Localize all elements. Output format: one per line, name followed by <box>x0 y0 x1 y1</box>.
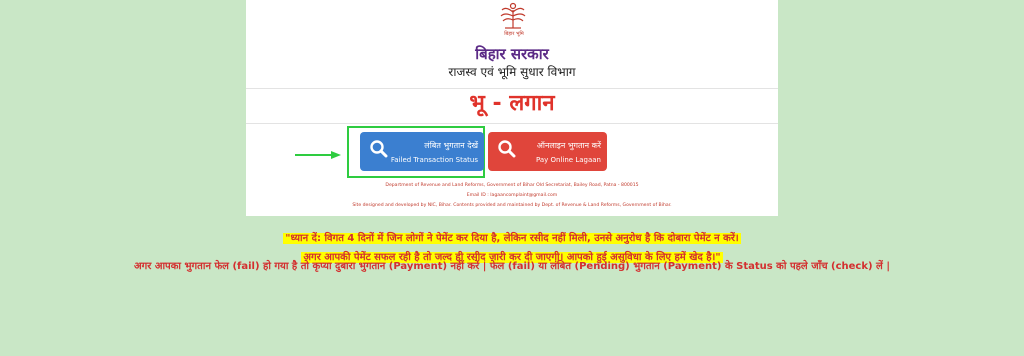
bihar-emblem-icon <box>500 2 526 29</box>
main-panel: बिहार भूमि बिहार सरकार राजस्व एवं भूमि स… <box>246 0 778 216</box>
payment-warning: अगर आपका भुगतान फेल (fail) हो गया है तो … <box>134 261 890 272</box>
emblem-caption: बिहार भूमि <box>504 31 524 37</box>
footer-credits: Site designed and developed by NIC, Biha… <box>352 203 672 208</box>
search-icon <box>498 140 516 158</box>
government-title: बिहार सरकार <box>475 45 549 63</box>
pay-online-hindi-label: ऑनलाइन भुगतान करें <box>536 141 601 150</box>
footer-address: Department of Revenue and Land Reforms, … <box>385 183 639 188</box>
search-icon <box>370 140 388 158</box>
failed-transaction-status-button[interactable]: लंबित भुगतान देखें Failed Transaction St… <box>360 132 484 171</box>
page-title: भू - लगान <box>469 91 555 116</box>
pay-online-lagaan-button[interactable]: ऑनलाइन भुगतान करें Pay Online Lagaan <box>488 132 607 171</box>
department-title: राजस्व एवं भूमि सुधार विभाग <box>448 65 576 79</box>
footer-email: Email ID : lagaancomplaint@gmail.com <box>466 193 558 198</box>
failed-status-hindi-label: लंबित भुगतान देखें <box>424 141 478 150</box>
pay-online-english-label: Pay Online Lagaan <box>535 156 601 164</box>
notice-line-1: "ध्यान दें: विगत 4 दिनों में जिन लोगों न… <box>283 233 741 244</box>
arrow-right-icon <box>295 151 341 159</box>
failed-status-english-label: Failed Transaction Status <box>390 156 478 164</box>
